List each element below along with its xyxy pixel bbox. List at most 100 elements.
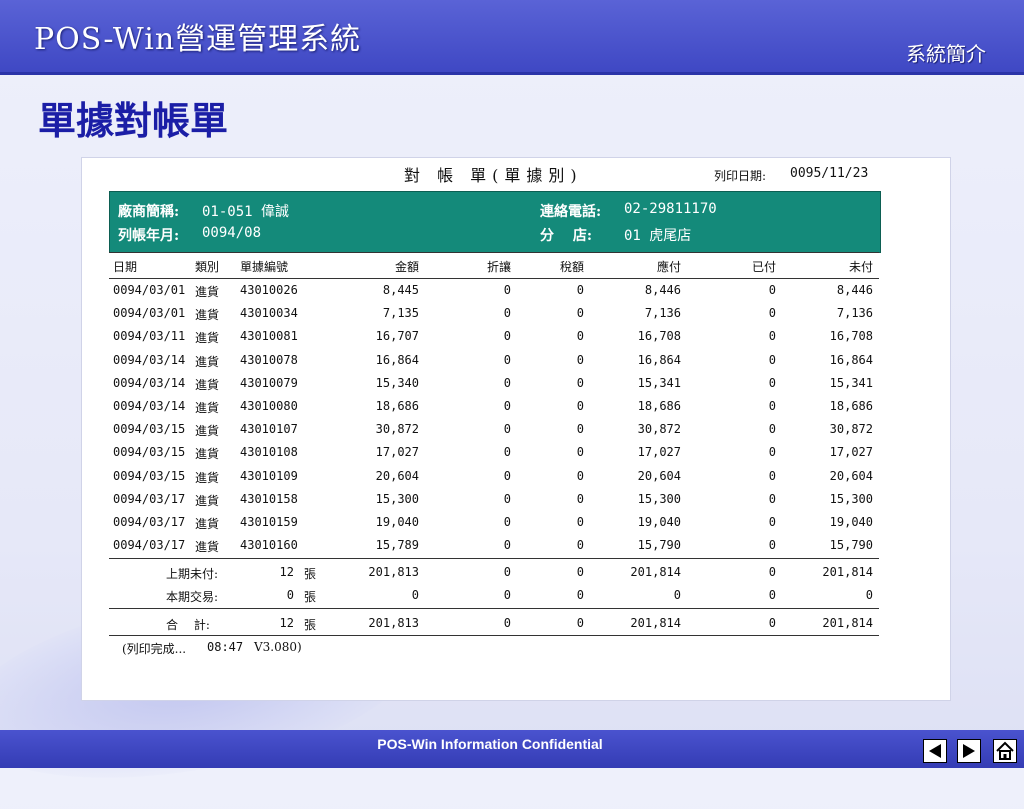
row-discount: 0 <box>503 306 511 321</box>
row-type: 進貨 <box>195 470 220 485</box>
row-date: 0094/03/01 <box>113 306 186 321</box>
row-payable: 15,341 <box>637 375 681 390</box>
summary-payable: 0 <box>673 588 681 602</box>
row-date: 0094/03/17 <box>113 491 186 506</box>
row-unpaid: 8,446 <box>836 283 873 297</box>
period-value: 0094/08 <box>202 225 262 241</box>
row-type: 進貨 <box>195 354 220 369</box>
column-header-tax: 稅額 <box>559 260 584 274</box>
row-amount: 30,872 <box>375 422 419 437</box>
row-date: 0094/03/14 <box>113 399 186 413</box>
row-tax: 0 <box>576 306 584 321</box>
row-date: 0094/03/14 <box>113 352 186 367</box>
row-amount: 15,789 <box>375 538 419 553</box>
row-amount: 20,604 <box>375 468 419 483</box>
home-button[interactable] <box>993 739 1017 763</box>
row-date: 0094/03/14 <box>113 375 186 390</box>
row-tax: 0 <box>576 329 584 344</box>
print-date: 0095/11/23 <box>790 166 869 181</box>
app-title: POS-Win營運管理系統 <box>34 22 362 57</box>
row-doc-no: 43010159 <box>240 515 298 529</box>
column-header-unpaid: 未付 <box>848 260 873 274</box>
row-payable: 16,708 <box>637 329 681 344</box>
row-paid: 0 <box>768 375 776 390</box>
column-header-paid: 已付 <box>751 260 776 274</box>
row-tax: 0 <box>576 515 584 529</box>
row-doc-no: 43010158 <box>240 491 298 506</box>
page-heading: 單據對帳單 <box>38 98 229 143</box>
row-doc-no: 43010081 <box>240 329 298 344</box>
summary-amount: 0 <box>411 588 419 602</box>
row-discount: 0 <box>503 468 511 483</box>
row-paid: 0 <box>768 352 776 367</box>
next-slide-button[interactable] <box>957 739 981 763</box>
row-doc-no: 43010109 <box>240 468 298 483</box>
summary-payable: 201,814 <box>630 616 681 630</box>
row-paid: 0 <box>768 515 776 529</box>
row-type: 進貨 <box>195 401 220 415</box>
summary-paid: 0 <box>768 588 776 602</box>
status-time: 08:47 <box>207 640 244 654</box>
branch-value: 01 虎尾店 <box>624 228 692 244</box>
column-header-type: 類別 <box>195 260 220 274</box>
row-tax: 0 <box>576 538 584 553</box>
prev-slide-button[interactable] <box>923 739 947 763</box>
row-tax: 0 <box>576 375 584 390</box>
row-unpaid: 15,790 <box>829 538 873 553</box>
summary-tax: 0 <box>576 616 584 630</box>
row-type: 進貨 <box>195 493 220 508</box>
summary-discount: 0 <box>503 616 511 630</box>
row-type: 進貨 <box>195 517 220 531</box>
phone-label: 連絡電話: <box>540 204 602 220</box>
summary-discount: 0 <box>503 565 511 579</box>
row-payable: 7,136 <box>644 306 681 321</box>
row-type: 進貨 <box>195 377 220 392</box>
row-date: 0094/03/11 <box>113 329 186 344</box>
row-date: 0094/03/17 <box>113 538 186 553</box>
column-header-discount: 折讓 <box>486 260 511 274</box>
row-unpaid: 7,136 <box>836 306 873 321</box>
row-amount: 19,040 <box>375 515 419 529</box>
home-icon <box>996 741 1014 760</box>
row-type: 進貨 <box>195 308 220 323</box>
row-payable: 20,604 <box>637 468 681 483</box>
column-header-payable: 應付 <box>656 260 681 274</box>
section-title: 系統簡介 <box>906 42 986 66</box>
row-date: 0094/03/17 <box>113 515 186 529</box>
row-paid: 0 <box>768 445 776 460</box>
row-amount: 8,445 <box>382 283 419 297</box>
summary-unpaid: 201,814 <box>822 616 873 630</box>
triangle-right-icon <box>963 744 975 758</box>
row-discount: 0 <box>503 329 511 344</box>
row-date: 0094/03/15 <box>113 422 186 437</box>
phone-value: 02-29811170 <box>624 201 717 217</box>
row-amount: 18,686 <box>375 399 419 413</box>
row-discount: 0 <box>503 352 511 367</box>
summary-payable: 201,814 <box>630 565 681 579</box>
row-payable: 8,446 <box>644 283 681 297</box>
row-payable: 16,864 <box>637 352 681 367</box>
summary-amount: 201,813 <box>368 565 419 579</box>
column-header-amount: 金額 <box>394 260 419 274</box>
summary-unit: 張 <box>304 567 317 581</box>
summary-tax: 0 <box>576 565 584 579</box>
summary-label: 合 計: <box>166 618 210 632</box>
summary-amount: 201,813 <box>368 616 419 630</box>
row-doc-no: 43010108 <box>240 445 298 460</box>
vendor-label: 廠商簡稱: <box>118 204 180 220</box>
row-paid: 0 <box>768 491 776 506</box>
summary-unit: 張 <box>304 618 317 632</box>
summary-label: 本期交易: <box>166 590 219 604</box>
row-tax: 0 <box>576 445 584 460</box>
row-unpaid: 16,708 <box>829 329 873 344</box>
row-discount: 0 <box>503 491 511 506</box>
table-rule <box>109 252 879 253</box>
row-paid: 0 <box>768 399 776 413</box>
branch-label: 分 店: <box>540 228 593 244</box>
row-discount: 0 <box>503 445 511 460</box>
summary-unpaid: 0 <box>865 588 873 602</box>
footer-bar: POS-Win Information Confidential <box>0 730 1024 768</box>
row-amount: 15,300 <box>375 491 419 506</box>
summary-label: 上期未付: <box>166 567 219 581</box>
row-discount: 0 <box>503 422 511 437</box>
